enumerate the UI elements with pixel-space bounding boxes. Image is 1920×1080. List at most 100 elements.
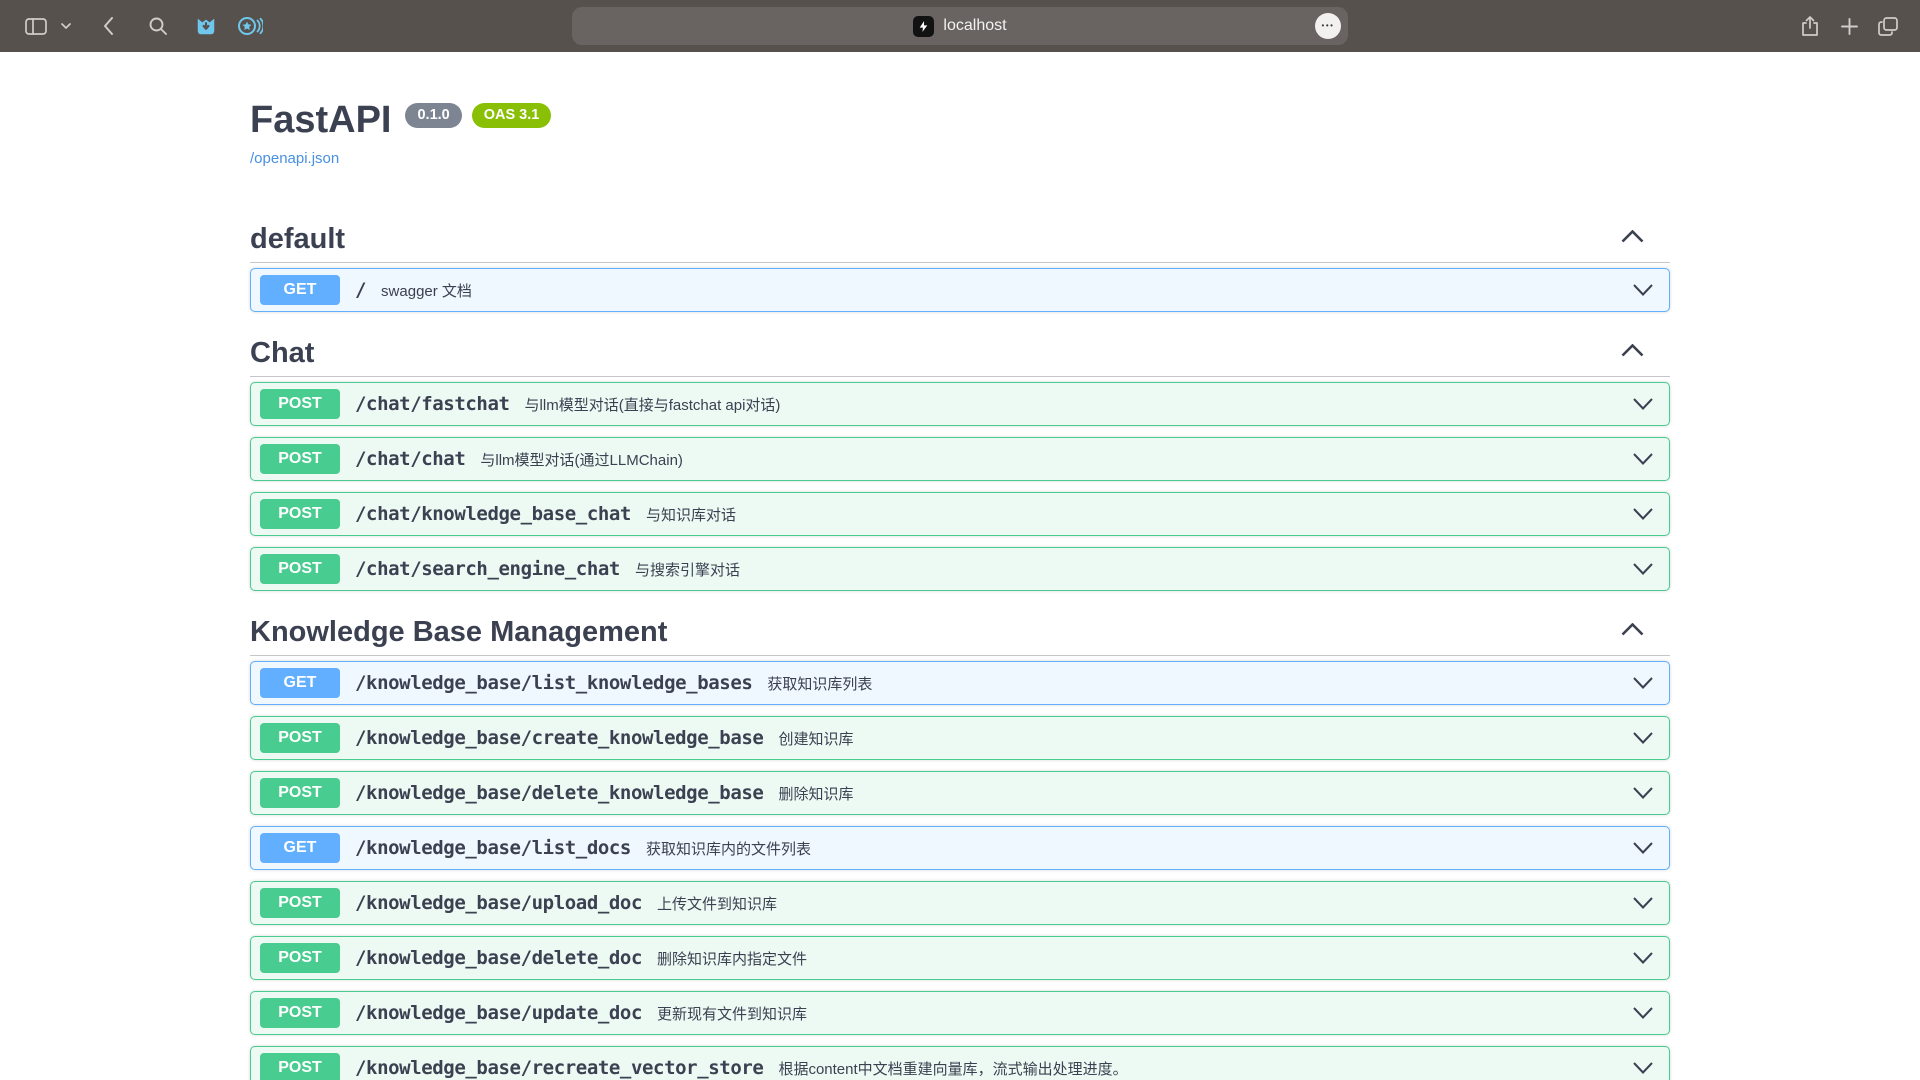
extension-clip-icon[interactable]: [188, 8, 224, 44]
endpoint-path: /knowledge_base/list_docs: [355, 837, 631, 859]
endpoint-description: 与搜索引擎对话: [635, 559, 740, 580]
method-badge: POST: [260, 778, 340, 808]
endpoint-description: 与llm模型对话(通过LLMChain): [480, 449, 683, 470]
section-header-default[interactable]: default: [250, 216, 1670, 263]
share-icon[interactable]: [1792, 8, 1828, 44]
endpoint-row[interactable]: GET /knowledge_base/list_knowledge_bases…: [250, 661, 1670, 705]
endpoint-description: 获取知识库内的文件列表: [646, 838, 811, 859]
endpoint-path: /knowledge_base/list_knowledge_bases: [355, 672, 752, 694]
section-default: default GET / swagger 文档: [250, 216, 1670, 312]
chevron-down-icon[interactable]: [1633, 897, 1653, 909]
endpoint-row[interactable]: POST /knowledge_base/delete_knowledge_ba…: [250, 771, 1670, 815]
section-knowledge-base: Knowledge Base Management GET /knowledge…: [250, 609, 1670, 1080]
method-badge: GET: [260, 275, 340, 305]
tab-group-chevron-icon[interactable]: [54, 8, 78, 44]
address-content: localhost: [913, 16, 1006, 37]
endpoint-path: /knowledge_base/create_knowledge_base: [355, 727, 763, 749]
endpoint-row[interactable]: POST /chat/fastchat 与llm模型对话(直接与fastchat…: [250, 382, 1670, 426]
api-title-block: FastAPI 0.1.0 OAS 3.1: [250, 98, 1670, 142]
endpoint-path: /knowledge_base/delete_knowledge_base: [355, 782, 763, 804]
endpoint-row[interactable]: POST /knowledge_base/recreate_vector_sto…: [250, 1046, 1670, 1080]
search-icon[interactable]: [140, 8, 176, 44]
endpoint-row[interactable]: POST /chat/chat 与llm模型对话(通过LLMChain): [250, 437, 1670, 481]
chevron-down-icon[interactable]: [1633, 842, 1653, 854]
endpoint-row[interactable]: POST /knowledge_base/upload_doc 上传文件到知识库: [250, 881, 1670, 925]
sidebar-toggle-icon[interactable]: [18, 8, 54, 44]
method-badge: POST: [260, 943, 340, 973]
endpoint-path: /chat/knowledge_base_chat: [355, 503, 631, 525]
method-badge: POST: [260, 389, 340, 419]
endpoint-row[interactable]: GET /knowledge_base/list_docs 获取知识库内的文件列…: [250, 826, 1670, 870]
address-url: localhost: [943, 17, 1006, 35]
endpoint-description: 更新现有文件到知识库: [657, 1003, 807, 1024]
endpoint-row[interactable]: POST /knowledge_base/create_knowledge_ba…: [250, 716, 1670, 760]
section-header-knowledge-base[interactable]: Knowledge Base Management: [250, 609, 1670, 656]
site-favicon-bolt-icon: [913, 16, 934, 37]
endpoint-row[interactable]: POST /knowledge_base/delete_doc 删除知识库内指定…: [250, 936, 1670, 980]
version-badge: 0.1.0: [405, 103, 461, 128]
endpoint-path: /knowledge_base/update_doc: [355, 1002, 642, 1024]
section-title: Chat: [250, 336, 314, 370]
endpoint-path: /chat/search_engine_chat: [355, 558, 620, 580]
method-badge: POST: [260, 444, 340, 474]
chevron-down-icon[interactable]: [1633, 398, 1653, 410]
method-badge: GET: [260, 833, 340, 863]
endpoint-path: /knowledge_base/upload_doc: [355, 892, 642, 914]
toolbar-left-group: [0, 8, 268, 44]
endpoint-description: 与llm模型对话(直接与fastchat api对话): [525, 394, 781, 415]
endpoint-row[interactable]: GET / swagger 文档: [250, 268, 1670, 312]
endpoint-description: 删除知识库内指定文件: [657, 948, 807, 969]
method-badge: POST: [260, 723, 340, 753]
endpoint-description: 与知识库对话: [646, 504, 736, 525]
chevron-down-icon[interactable]: [1633, 952, 1653, 964]
back-icon[interactable]: [90, 8, 126, 44]
more-options-icon[interactable]: •••: [1315, 13, 1341, 39]
chevron-down-icon[interactable]: [1633, 1007, 1653, 1019]
openapi-spec-link[interactable]: /openapi.json: [250, 150, 339, 168]
browser-toolbar: localhost •••: [0, 0, 1920, 52]
chevron-down-icon[interactable]: [1633, 508, 1653, 520]
chevron-down-icon[interactable]: [1633, 453, 1653, 465]
endpoint-path: /chat/fastchat: [355, 393, 510, 415]
toolbar-right-group: [1792, 8, 1906, 44]
endpoint-path: /: [355, 279, 366, 301]
address-bar[interactable]: localhost •••: [572, 7, 1348, 45]
method-badge: POST: [260, 499, 340, 529]
endpoint-path: /knowledge_base/recreate_vector_store: [355, 1057, 763, 1079]
page-title: FastAPI: [250, 98, 391, 142]
chevron-down-icon[interactable]: [1633, 732, 1653, 744]
section-title: Knowledge Base Management: [250, 615, 667, 649]
chevron-down-icon[interactable]: [1633, 1062, 1653, 1074]
method-badge: GET: [260, 668, 340, 698]
chevron-down-icon[interactable]: [1633, 563, 1653, 575]
extension-focus-icon[interactable]: [232, 8, 268, 44]
endpoint-description: 根据content中文档重建向量库，流式输出处理进度。: [778, 1058, 1127, 1079]
tabs-overview-icon[interactable]: [1870, 8, 1906, 44]
endpoint-path: /knowledge_base/delete_doc: [355, 947, 642, 969]
oas-badge: OAS 3.1: [472, 103, 552, 128]
section-header-chat[interactable]: Chat: [250, 330, 1670, 377]
chevron-up-icon[interactable]: [1621, 623, 1644, 641]
endpoint-description: 获取知识库列表: [767, 673, 872, 694]
endpoint-description: 创建知识库: [778, 728, 853, 749]
chevron-up-icon[interactable]: [1621, 230, 1644, 248]
section-title: default: [250, 222, 345, 256]
method-badge: POST: [260, 888, 340, 918]
swagger-page: FastAPI 0.1.0 OAS 3.1 /openapi.json defa…: [230, 52, 1690, 1080]
new-tab-icon[interactable]: [1831, 8, 1867, 44]
endpoint-row[interactable]: POST /knowledge_base/update_doc 更新现有文件到知…: [250, 991, 1670, 1035]
endpoint-description: 上传文件到知识库: [657, 893, 777, 914]
endpoint-row[interactable]: POST /chat/search_engine_chat 与搜索引擎对话: [250, 547, 1670, 591]
chevron-down-icon[interactable]: [1633, 284, 1653, 296]
endpoint-description: 删除知识库: [778, 783, 853, 804]
method-badge: POST: [260, 998, 340, 1028]
section-chat: Chat POST /chat/fastchat 与llm模型对话(直接与fas…: [250, 330, 1670, 591]
chevron-up-icon[interactable]: [1621, 344, 1644, 362]
method-badge: POST: [260, 1053, 340, 1080]
chevron-down-icon[interactable]: [1633, 787, 1653, 799]
endpoint-path: /chat/chat: [355, 448, 465, 470]
endpoint-row[interactable]: POST /chat/knowledge_base_chat 与知识库对话: [250, 492, 1670, 536]
method-badge: POST: [260, 554, 340, 584]
endpoint-description: swagger 文档: [381, 280, 472, 301]
chevron-down-icon[interactable]: [1633, 677, 1653, 689]
